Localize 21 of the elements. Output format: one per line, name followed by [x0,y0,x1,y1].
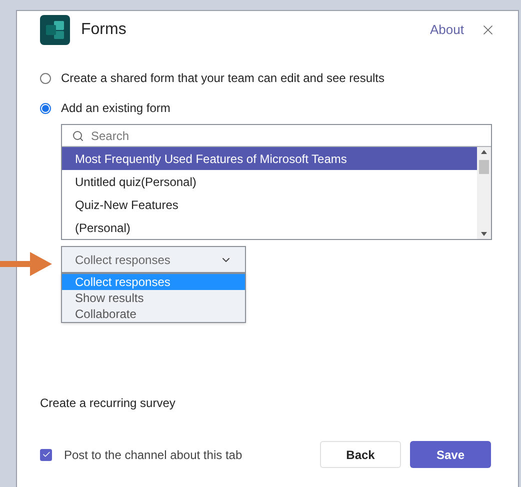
arrow-drawing [0,252,52,276]
check-icon [42,450,50,459]
scrollbar[interactable] [477,147,491,239]
search-icon [72,130,84,142]
form-list-item[interactable]: Untitled quiz(Personal) [62,170,477,193]
form-list-item[interactable]: (Personal) [62,216,477,239]
back-button[interactable]: Back [320,441,401,468]
save-button[interactable]: Save [410,441,491,468]
radio-option[interactable]: Add an existing form [40,99,518,117]
about-link[interactable]: About [430,20,464,40]
form-list-item[interactable]: Most Frequently Used Features of Microsoft Teams [62,147,477,170]
dropdown-option[interactable]: Show results [62,290,245,306]
recurring-survey-text: Create a recurring survey [40,395,176,412]
post-to-channel-checkbox[interactable]: Post to the channel about this tab [40,446,242,464]
form-list-item[interactable]: Quiz-New Features [62,193,477,216]
mode-dropdown[interactable]: Collect responses [61,246,246,273]
radio-option[interactable]: Create a shared form that your team can edit and see results [40,69,518,87]
search-field[interactable]: Search [91,126,481,144]
app-logo-icon [40,15,70,45]
dialog-title: Forms [81,20,126,40]
dropdown-option[interactable]: Collaborate [62,306,245,322]
